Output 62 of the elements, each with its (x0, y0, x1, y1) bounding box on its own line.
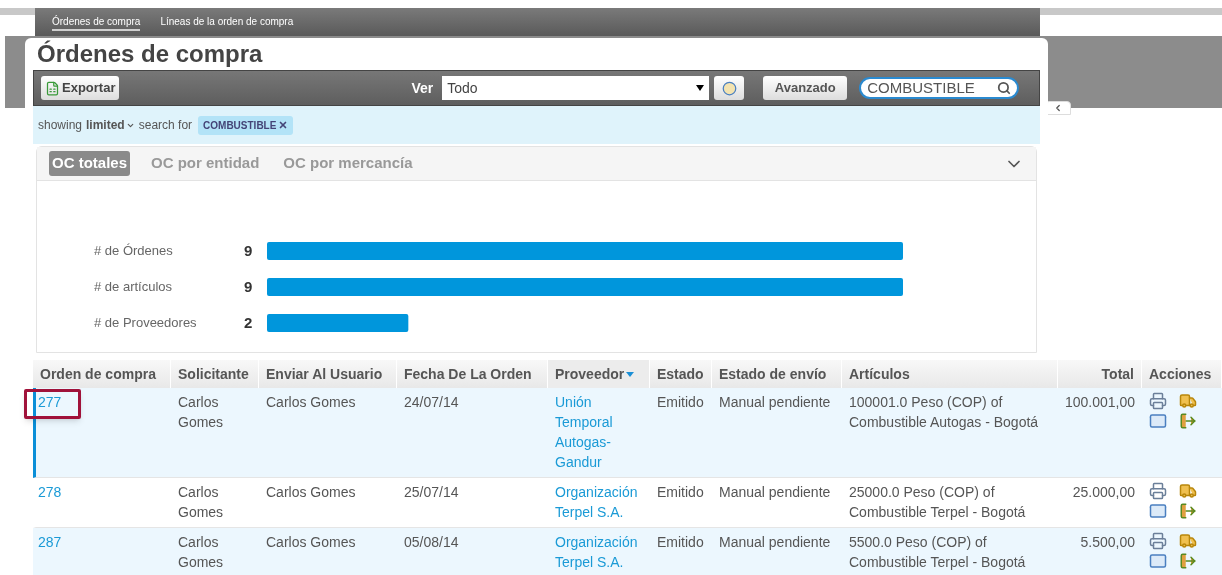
table-cell: Emitido (657, 484, 704, 500)
nav-tab[interactable]: Órdenes de compra (52, 13, 141, 31)
bar-label: # de artículos (94, 278, 174, 297)
order-link[interactable]: 278 (38, 484, 62, 500)
table-row[interactable]: 287 Carlos Gomes Carlos Gomes 05/08/14 Organización Terpel S.A. Emitido Manual pendiente 5500.0 Peso (COP) of Combustible Terpel - Bogotá 5.500,00 (33, 528, 1222, 575)
table-cell: Carlos Gomes (178, 394, 224, 430)
table-cell: Manual pendiente (719, 534, 831, 550)
view-select[interactable]: Todo (442, 76, 710, 100)
remove-icon[interactable] (278, 120, 289, 130)
table-cell: 5500.0 Peso (COP) of Combustible Terpel - Bogotá (849, 534, 1026, 570)
table-cell: 25/07/14 (404, 484, 459, 500)
table-cell: Carlos Gomes (266, 394, 356, 410)
table-cell: Manual pendiente (719, 484, 831, 500)
advanced-button[interactable]: Avanzado (763, 76, 848, 100)
table-cell: 100001.0 Peso (COP) of Combustible Autogas - Bogotá (849, 394, 1039, 430)
column-header[interactable]: Proveedor (548, 360, 650, 388)
table-cell: Carlos Gomes (178, 534, 224, 570)
truck-icon[interactable] (1179, 392, 1197, 410)
exit-door-icon[interactable] (1179, 502, 1197, 520)
table-cell: 25.000,00 (1072, 484, 1135, 500)
spreadsheet-icon (45, 80, 60, 96)
filter-text: search for (138, 117, 193, 134)
view-label: Ver (411, 78, 434, 98)
mode-dropdown[interactable]: limited (86, 116, 135, 134)
page-title: Órdenes de compra (36, 39, 264, 69)
table-cell: Manual pendiente (719, 394, 831, 410)
bar-label: # de Órdenes (94, 242, 174, 261)
nav-tab[interactable]: Líneas de la orden de compra (160, 13, 294, 31)
truck-icon[interactable] (1179, 482, 1197, 500)
dropdown-arrow-icon (696, 85, 705, 91)
table-cell: Carlos Gomes (178, 484, 224, 520)
search-field[interactable]: COMBUSTIBLE (859, 77, 1020, 99)
filter-text: showing (38, 117, 83, 134)
table-cell: 24/07/14 (404, 394, 459, 410)
bar-label: # de Proveedores (94, 314, 198, 333)
table-cell: 100.001,00 (1065, 394, 1136, 410)
search-icon (997, 81, 1012, 95)
printer-icon[interactable] (1149, 532, 1167, 550)
printer-icon[interactable] (1149, 392, 1167, 410)
clock-button[interactable] (714, 76, 745, 100)
truck-icon[interactable] (1179, 532, 1197, 550)
exit-door-icon[interactable] (1179, 552, 1197, 570)
printer-icon[interactable] (1149, 482, 1167, 500)
chart-tab[interactable]: OC totales (49, 151, 130, 176)
clock-icon (721, 80, 737, 96)
table-cell: Carlos Gomes (266, 484, 356, 500)
search-tag: COMBUSTIBLE (198, 115, 294, 135)
bar-value: 2 (244, 312, 254, 333)
table-row[interactable]: 277 Carlos Gomes Carlos Gomes 24/07/14 Unión Temporal Autogas-Gandur Emitido Manual pendiente 100001.0 Peso (COP) of Combustible Autogas - Bogotá 100.001,00 (33, 388, 1222, 478)
bar-value: 9 (244, 276, 254, 297)
bar-value: 9 (244, 240, 254, 261)
table-cell: Emitido (657, 394, 704, 410)
chevron-left-icon (1053, 103, 1063, 113)
exit-door-icon[interactable] (1179, 412, 1197, 430)
sort-arrow-icon (626, 371, 635, 377)
table-cell: Emitido (657, 534, 704, 550)
table-cell: 25000.0 Peso (COP) of Combustible Terpel - Bogotá (849, 484, 1026, 520)
table-cell: 5.500,00 (1080, 534, 1135, 550)
table-cell: Carlos Gomes (266, 534, 356, 550)
supplier-link[interactable]: Organización Terpel S.A. (555, 482, 643, 522)
table-cell: 05/08/14 (404, 534, 459, 550)
export-button[interactable]: Exportar (41, 76, 120, 100)
